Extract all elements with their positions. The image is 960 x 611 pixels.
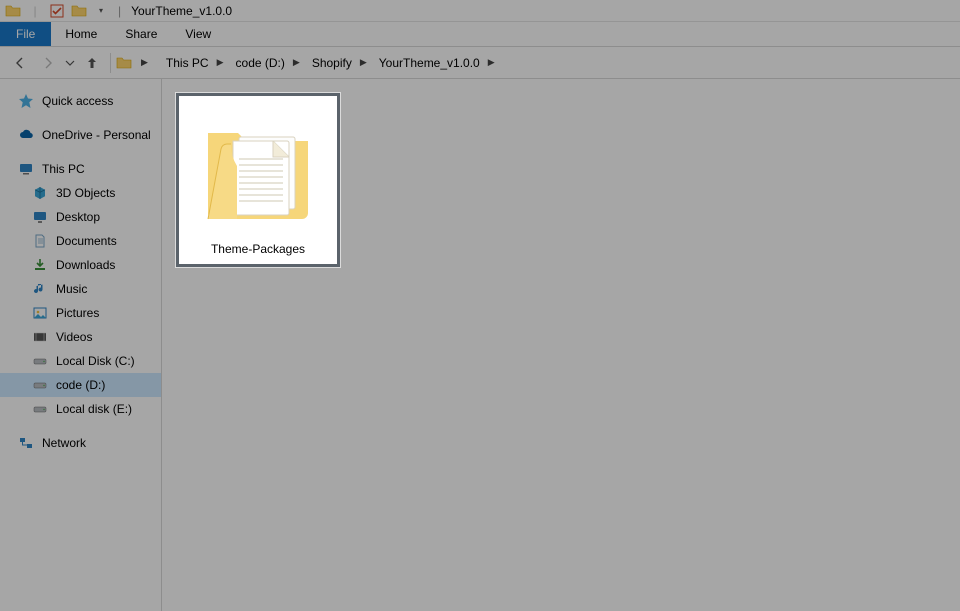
- address-bar: ▶ This PC ▶ code (D:) ▶ Shopify ▶ YourTh…: [0, 47, 960, 79]
- video-icon: [32, 329, 48, 345]
- separator: |: [24, 0, 46, 22]
- download-icon: [32, 257, 48, 273]
- sidebar-item-label: Local disk (E:): [56, 402, 132, 416]
- cloud-icon: [18, 127, 34, 143]
- breadcrumb-item[interactable]: This PC: [160, 56, 211, 70]
- quick-access-toolbar: | ▾: [2, 0, 112, 22]
- sidebar-item-videos[interactable]: Videos: [0, 325, 161, 349]
- sidebar-item-code-d[interactable]: code (D:): [0, 373, 161, 397]
- explorer-body: Quick access OneDrive - Personal This PC…: [0, 79, 960, 611]
- recent-locations-button[interactable]: [62, 49, 78, 77]
- folder-icon: [188, 98, 328, 238]
- titlebar: | ▾ | YourTheme_v1.0.0: [0, 0, 960, 22]
- chevron-down-icon[interactable]: ▾: [90, 0, 112, 22]
- sidebar-item-label: Videos: [56, 330, 92, 344]
- desktop-icon: [32, 209, 48, 225]
- folder-icon: [68, 0, 90, 22]
- sidebar-item-label: Quick access: [42, 94, 113, 108]
- tab-view[interactable]: View: [171, 22, 225, 46]
- sidebar-item-this-pc[interactable]: This PC: [0, 157, 161, 181]
- folder-icon[interactable]: [115, 54, 133, 72]
- picture-icon: [32, 305, 48, 321]
- sidebar-item-label: Documents: [56, 234, 117, 248]
- sidebar-item-label: OneDrive - Personal: [42, 128, 151, 142]
- sidebar-item-label: Network: [42, 436, 86, 450]
- sidebar-item-network[interactable]: Network: [0, 431, 161, 455]
- breadcrumb-item[interactable]: YourTheme_v1.0.0: [373, 56, 482, 70]
- sidebar-item-label: 3D Objects: [56, 186, 115, 200]
- cube-icon: [32, 185, 48, 201]
- sidebar-item-quick-access[interactable]: Quick access: [0, 89, 161, 113]
- network-icon: [18, 435, 34, 451]
- separator: [110, 53, 111, 73]
- computer-icon: [18, 161, 34, 177]
- sidebar-item-local-disk-e[interactable]: Local disk (E:): [0, 397, 161, 421]
- sidebar-item-label: code (D:): [56, 378, 105, 392]
- ribbon: File Home Share View: [0, 22, 960, 47]
- document-icon: [32, 233, 48, 249]
- tab-share[interactable]: Share: [111, 22, 171, 46]
- tab-home[interactable]: Home: [51, 22, 111, 46]
- music-icon: [32, 281, 48, 297]
- properties-icon[interactable]: [46, 0, 68, 22]
- sidebar-item-desktop[interactable]: Desktop: [0, 205, 161, 229]
- forward-button[interactable]: [34, 49, 62, 77]
- drive-icon: [32, 401, 48, 417]
- up-button[interactable]: [78, 49, 106, 77]
- drive-icon: [32, 377, 48, 393]
- drive-icon: [32, 353, 48, 369]
- sidebar-item-label: Desktop: [56, 210, 100, 224]
- folder-item-theme-packages[interactable]: Theme-Packages: [176, 93, 340, 267]
- sidebar-item-3d-objects[interactable]: 3D Objects: [0, 181, 161, 205]
- sidebar-item-label: Pictures: [56, 306, 99, 320]
- chevron-right-icon[interactable]: ▶: [354, 57, 373, 68]
- sidebar-item-downloads[interactable]: Downloads: [0, 253, 161, 277]
- chevron-right-icon[interactable]: ▶: [135, 57, 154, 68]
- sidebar-item-documents[interactable]: Documents: [0, 229, 161, 253]
- breadcrumb-item[interactable]: Shopify: [306, 56, 354, 70]
- chevron-right-icon[interactable]: ▶: [287, 57, 306, 68]
- chevron-right-icon[interactable]: ▶: [482, 57, 501, 68]
- navigation-pane: Quick access OneDrive - Personal This PC…: [0, 79, 162, 611]
- sidebar-item-music[interactable]: Music: [0, 277, 161, 301]
- folder-item-label: Theme-Packages: [211, 242, 305, 256]
- breadcrumb: This PC ▶ code (D:) ▶ Shopify ▶ YourThem…: [160, 56, 501, 70]
- chevron-right-icon[interactable]: ▶: [211, 57, 230, 68]
- back-button[interactable]: [6, 49, 34, 77]
- window-title: YourTheme_v1.0.0: [131, 4, 232, 18]
- breadcrumb-item[interactable]: code (D:): [230, 56, 287, 70]
- star-icon: [18, 93, 34, 109]
- content-pane[interactable]: Theme-Packages: [162, 79, 960, 611]
- sidebar-item-label: This PC: [42, 162, 85, 176]
- separator: |: [118, 4, 121, 18]
- folder-icon: [2, 0, 24, 22]
- tab-file[interactable]: File: [0, 22, 51, 46]
- sidebar-item-label: Local Disk (C:): [56, 354, 135, 368]
- sidebar-item-label: Downloads: [56, 258, 115, 272]
- sidebar-item-onedrive[interactable]: OneDrive - Personal: [0, 123, 161, 147]
- sidebar-item-label: Music: [56, 282, 87, 296]
- sidebar-item-local-disk-c[interactable]: Local Disk (C:): [0, 349, 161, 373]
- sidebar-item-pictures[interactable]: Pictures: [0, 301, 161, 325]
